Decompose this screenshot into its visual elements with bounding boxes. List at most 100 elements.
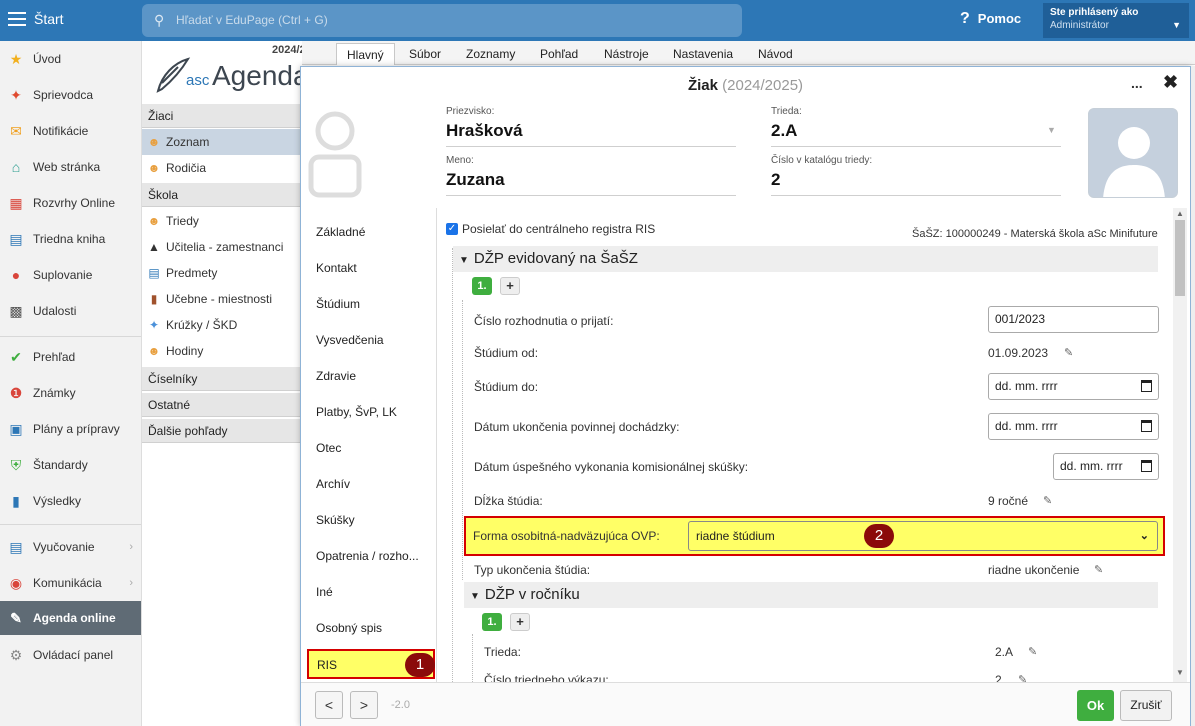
add-record-button[interactable]: + [500, 277, 520, 295]
group-dalsie-pohlady[interactable]: Ďalšie pohľady [142, 419, 302, 443]
menu-platby[interactable]: Platby, ŠvP, LK [316, 405, 397, 419]
sidebar-item-sprievodca[interactable]: ✦ Sprievodca [0, 78, 141, 112]
sidebar-item-suplovanie[interactable]: ● Suplovanie [0, 258, 141, 292]
agenda-item-hodiny[interactable]: ☻ Hodiny [142, 338, 302, 364]
tab-zoznamy[interactable]: Zoznamy [456, 43, 525, 65]
catalog-number-value[interactable]: 2 [771, 170, 780, 190]
step-badge-2: 2 [864, 524, 894, 548]
sidebar-item-vysledky[interactable]: ▮ Výsledky [0, 484, 141, 518]
tab-pohlad[interactable]: Pohľad [530, 43, 588, 65]
ok-button[interactable]: Ok [1077, 690, 1114, 721]
cancel-button[interactable]: Zrušiť [1120, 690, 1172, 721]
agenda-item-ucebne[interactable]: ▮ Učebne - miestnosti [142, 286, 302, 312]
ris-checkbox[interactable]: ✓ [446, 223, 458, 235]
help-button[interactable]: ? Pomoc [960, 10, 1021, 28]
sidebar-item-vyucovanie[interactable]: ▤ Vyučovanie › [0, 530, 141, 564]
calendar-icon[interactable] [1141, 460, 1152, 472]
sidebar-item-plany[interactable]: ▣ Plány a prípravy [0, 412, 141, 446]
tab-nastroje[interactable]: Nástroje [594, 43, 659, 65]
sidebar-item-triedna-kniha[interactable]: ▤ Triedna kniha [0, 222, 141, 256]
hamburger-menu-icon[interactable] [8, 12, 26, 26]
section-dzp-sasz[interactable]: ▼ DŽP evidovaný na ŠaŠZ [453, 246, 1158, 272]
scrollbar-thumb[interactable] [1175, 220, 1185, 296]
calendar-icon[interactable] [1141, 380, 1152, 392]
group-ostatne[interactable]: Ostatné [142, 393, 302, 417]
next-button[interactable]: > [350, 691, 378, 719]
forma-ovp-select[interactable]: riadne štúdium ⌄ [688, 521, 1158, 551]
record-1-button[interactable]: 1. [472, 277, 492, 295]
agenda-item-zoznam[interactable]: ☻ Zoznam [142, 129, 302, 155]
menu-skusky[interactable]: Skúšky [316, 513, 355, 527]
menu-ine[interactable]: Iné [316, 585, 333, 599]
agenda-item-ucitelia[interactable]: ▲ Učitelia - zamestnanci [142, 234, 302, 260]
sidebar-item-komunikacia[interactable]: ◉ Komunikácia › [0, 566, 141, 600]
menu-archiv[interactable]: Archív [316, 477, 350, 491]
compulsory-end-input[interactable]: dd. mm. rrrr [988, 413, 1159, 440]
menu-vysvedcenia[interactable]: Vysvedčenia [316, 333, 384, 347]
more-options-icon[interactable]: ... [1131, 75, 1143, 91]
class-report-label: Číslo triedneho výkazu: [484, 673, 609, 682]
group-ziaci[interactable]: Žiaci [142, 104, 302, 128]
edit-pencil-icon[interactable]: ✎ [1018, 673, 1027, 682]
content-scrollbar[interactable]: ▲ ▼ [1173, 208, 1187, 682]
search-box[interactable]: ⚲ Hľadať v EduPage (Ctrl + G) [142, 4, 742, 37]
class-dropdown-icon[interactable]: ▼ [1047, 125, 1056, 135]
group-skola[interactable]: Škola [142, 183, 302, 207]
agenda-item-rodicia[interactable]: ☻ Rodičia [142, 155, 302, 181]
sidebar-item-udalosti[interactable]: ▩ Udalosti [0, 294, 141, 328]
lessons-icon: ☻ [147, 344, 161, 358]
group-ciselniky[interactable]: Číselníky [142, 367, 302, 391]
record-1-button[interactable]: 1. [482, 613, 502, 631]
start-label[interactable]: Štart [34, 11, 64, 27]
scroll-up-icon[interactable]: ▲ [1176, 209, 1184, 218]
edit-pencil-icon[interactable]: ✎ [1028, 645, 1037, 658]
sidebar-item-uvod[interactable]: ★ Úvod [0, 42, 141, 76]
calendar-icon[interactable] [1141, 420, 1152, 432]
menu-otec[interactable]: Otec [316, 441, 341, 455]
menu-osobny-spis[interactable]: Osobný spis [316, 621, 382, 635]
decision-number-input[interactable]: 001/2023 [988, 306, 1159, 333]
tab-hlavny[interactable]: Hlavný [336, 43, 395, 65]
edit-pencil-icon[interactable]: ✎ [1043, 494, 1052, 507]
section-dzp-rocnik[interactable]: ▼ DŽP v ročníku [464, 582, 1158, 608]
calendar-icon: ▩ [9, 302, 23, 319]
study-to-input[interactable]: dd. mm. rrrr [988, 373, 1159, 400]
tab-subor[interactable]: Súbor [399, 43, 451, 65]
agenda-item-kruzky[interactable]: ✦ Krúžky / ŠKD [142, 312, 302, 338]
menu-kontakt[interactable]: Kontakt [316, 261, 357, 275]
sidebar-item-znamky[interactable]: ❶ Známky [0, 376, 141, 410]
scroll-down-icon[interactable]: ▼ [1176, 668, 1184, 677]
tab-navod[interactable]: Návod [748, 43, 803, 65]
tab-nastavenia[interactable]: Nastavenia [663, 43, 743, 65]
agenda-item-triedy[interactable]: ☻ Triedy [142, 208, 302, 234]
edit-pencil-icon[interactable]: ✎ [1064, 346, 1073, 359]
user-menu[interactable]: Ste prihlásený ako Administrátor ▼ [1043, 3, 1189, 38]
class-value[interactable]: 2.A [771, 121, 797, 141]
close-icon[interactable]: ✖ [1163, 72, 1178, 93]
search-input[interactable]: Hľadať v EduPage (Ctrl + G) [176, 13, 328, 27]
menu-zakladne[interactable]: Základné [316, 225, 365, 239]
add-record-button[interactable]: + [510, 613, 530, 631]
sidebar-item-rozvrhy[interactable]: ▦ Rozvrhy Online [0, 186, 141, 220]
menu-bar: Hlavný Súbor Zoznamy Pohľad Nástroje Nas… [302, 41, 1195, 65]
tree-line [452, 248, 453, 682]
star-icon: ★ [9, 50, 23, 67]
sidebar-item-standardy[interactable]: ⛨ Štandardy [0, 448, 141, 482]
menu-opatrenia[interactable]: Opatrenia / rozho... [316, 549, 419, 563]
edit-pencil-icon[interactable]: ✎ [1094, 563, 1103, 576]
sidebar-item-web[interactable]: ⌂ Web stránka [0, 150, 141, 184]
commission-exam-input[interactable]: dd. mm. rrrr [1053, 453, 1159, 480]
firstname-value[interactable]: Zuzana [446, 170, 505, 190]
menu-studium[interactable]: Štúdium [316, 297, 360, 311]
chevron-right-icon: › [129, 577, 133, 589]
surname-value[interactable]: Hrašková [446, 121, 523, 141]
sidebar-item-notifikacie[interactable]: ✉ Notifikácie [0, 114, 141, 148]
sidebar-item-agenda-online[interactable]: ✎ Agenda online [0, 601, 141, 635]
student-photo[interactable] [1088, 108, 1178, 198]
sidebar-item-ovladaci-panel[interactable]: ⚙ Ovládací panel [0, 638, 141, 672]
previous-button[interactable]: < [315, 691, 343, 719]
menu-ris[interactable]: RIS 1 [307, 649, 435, 679]
sidebar-item-prehlad[interactable]: ✔ Prehľad [0, 340, 141, 374]
menu-zdravie[interactable]: Zdravie [316, 369, 356, 383]
agenda-item-predmety[interactable]: ▤ Predmety [142, 260, 302, 286]
